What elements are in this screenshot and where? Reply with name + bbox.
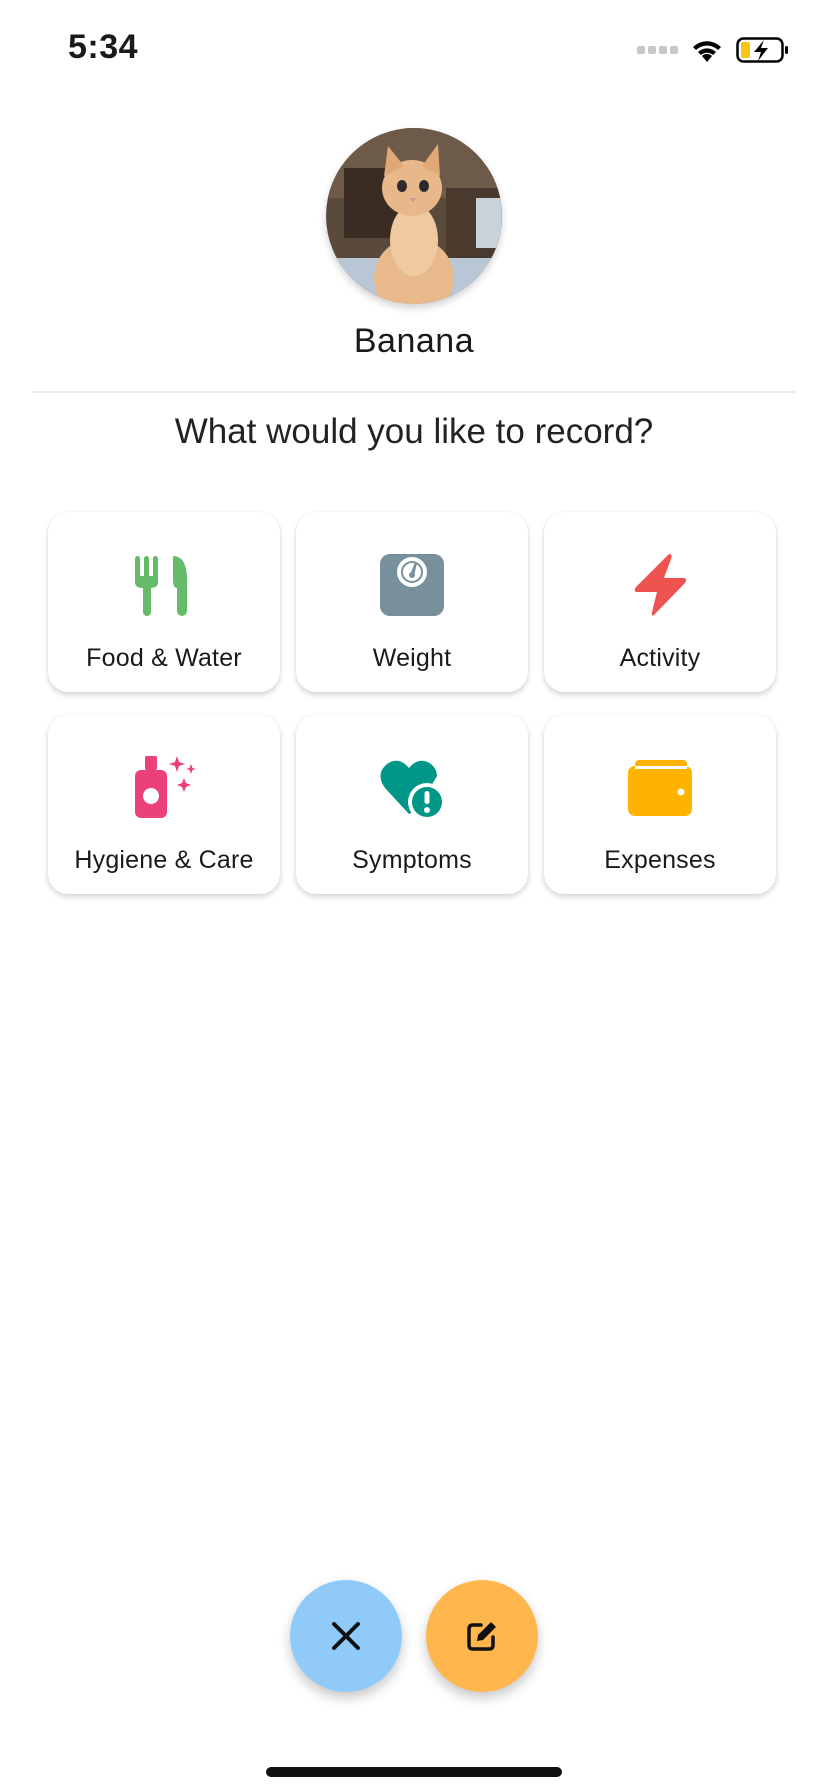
bolt-icon: [634, 554, 687, 616]
divider: [32, 391, 796, 393]
category-weight[interactable]: Weight: [296, 512, 528, 692]
category-expenses[interactable]: Expenses: [544, 714, 776, 894]
record-prompt: What would you like to record?: [174, 412, 654, 451]
status-icons: [637, 32, 790, 68]
category-label: Hygiene & Care: [74, 846, 254, 874]
home-indicator[interactable]: [266, 1767, 562, 1777]
status-bar: 5:34: [0, 0, 828, 100]
edit-icon: [467, 1622, 496, 1651]
signal-icon: [637, 46, 678, 54]
edit-button[interactable]: [426, 1580, 538, 1692]
pet-avatar[interactable]: [326, 128, 502, 304]
status-time: 5:34: [68, 28, 139, 66]
category-hygiene-care[interactable]: Hygiene & Care: [48, 714, 280, 894]
pet-name: Banana: [353, 322, 475, 360]
scale-icon: [380, 554, 444, 616]
wifi-icon: [693, 41, 721, 62]
utensils-icon: [135, 556, 187, 616]
spray-bottle-icon: [135, 756, 196, 818]
wallet-icon: [628, 760, 692, 816]
category-label: Activity: [619, 644, 701, 672]
category-activity[interactable]: Activity: [544, 512, 776, 692]
category-label: Symptoms: [352, 846, 472, 874]
category-food-water[interactable]: Food & Water: [48, 512, 280, 692]
close-button[interactable]: [290, 1580, 402, 1692]
category-label: Expenses: [604, 846, 716, 874]
category-symptoms[interactable]: Symptoms: [296, 714, 528, 894]
category-label: Food & Water: [86, 644, 242, 672]
battery-charging-icon: [736, 37, 788, 63]
heart-alert-icon: [380, 760, 446, 821]
category-label: Weight: [372, 644, 452, 672]
close-icon: [332, 1622, 360, 1650]
